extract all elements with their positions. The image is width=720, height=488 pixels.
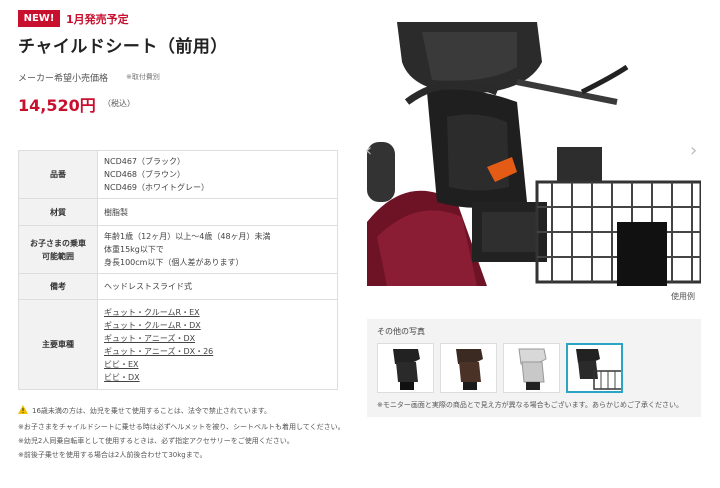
spec-line: NCD469（ホワイトグレー） [104, 183, 209, 192]
spec-label: 備考 [18, 273, 98, 300]
thumbnail-brown[interactable] [440, 343, 497, 393]
spec-value: ヘッドレストスライド式 [97, 273, 338, 300]
model-link[interactable]: ビビ・EX [104, 358, 331, 371]
child-seat-bike-image [367, 22, 701, 286]
release-date-label: 1月発売予定 [66, 13, 129, 26]
spec-line: ヘッドレストスライド式 [104, 282, 192, 291]
thumbnail-white-gray[interactable] [503, 343, 560, 393]
notice-item: ※幼児2人同乗自転車として使用するときは、必ず指定アクセサリーをご使用ください。 [18, 437, 294, 445]
spec-value: 樹脂製 [97, 198, 338, 226]
spec-label: 品番 [18, 150, 98, 199]
spec-line: 樹脂製 [104, 207, 128, 217]
monitor-disclaimer: ※モニター画面と実際の商品とで見え方が異なる場合もございます。あらかじめご了承く… [377, 401, 683, 409]
thumbnail-image [518, 348, 547, 390]
price-note: ※取付費別 [126, 73, 160, 81]
next-photo-arrow[interactable]: › [690, 140, 697, 161]
thumbnail-image [576, 349, 621, 390]
spec-label: お子さまの乗車可能範囲 [18, 225, 98, 274]
spec-label: 材質 [18, 198, 98, 226]
spec-value: 年齢1歳（12ヶ月）以上～4歳（48ヶ月）未満 体重15kg以下で 身長100c… [97, 225, 338, 274]
spec-row-models: 主要車種 ギュット・クルームR・EX ギュット・クルームR・DX ギュット・アニ… [18, 299, 338, 390]
spec-row-age-range: お子さまの乗車可能範囲 年齢1歳（12ヶ月）以上～4歳（48ヶ月）未満 体重15… [18, 225, 338, 274]
spec-label: 主要車種 [18, 299, 98, 390]
notice-section: 16歳未満の方は、幼児を乗せて使用することは、法令で禁止されています。 ※お子さ… [18, 405, 348, 463]
spec-line: 年齢1歳（12ヶ月）以上～4歳（48ヶ月）未満 [104, 232, 271, 241]
spec-line: NCD467（ブラック） [104, 157, 185, 166]
new-badge: NEW! [18, 10, 60, 27]
model-link[interactable]: ギュット・クルームR・EX [104, 306, 331, 319]
price-value: 14,520円 [18, 96, 96, 115]
spec-row-remarks: 備考 ヘッドレストスライド式 [18, 273, 338, 300]
prev-photo-arrow[interactable]: ‹ [365, 140, 372, 161]
spec-value: NCD467（ブラック） NCD468（ブラウン） NCD469（ホワイトグレー… [97, 150, 338, 199]
other-photos-title: その他の写真 [377, 327, 425, 336]
model-link[interactable]: ギュット・アニーズ・DX・26 [104, 345, 331, 358]
spec-line: NCD468（ブラウン） [104, 170, 185, 179]
thumbnail-on-bike[interactable] [566, 343, 623, 393]
price-label: メーカー希望小売価格 [18, 74, 109, 84]
photo-caption: 使用例 [671, 292, 695, 301]
model-link[interactable]: ギュット・クルームR・DX [104, 319, 331, 332]
spec-table: 品番 NCD467（ブラック） NCD468（ブラウン） NCD469（ホワイト… [18, 150, 338, 390]
product-title: チャイルドシート（前用） [18, 37, 228, 57]
model-link[interactable]: ギュット・アニーズ・DX [104, 332, 331, 345]
spec-line: 体重15kg以下で [104, 245, 164, 254]
notice-item: ※前後子乗せを使用する場合は2人前後合わせて30kgまで。 [18, 451, 207, 459]
spec-row-part-number: 品番 NCD467（ブラック） NCD468（ブラウン） NCD469（ホワイト… [18, 150, 338, 199]
warning-text: 16歳未満の方は、幼児を乗せて使用することは、法令で禁止されています。 [32, 407, 271, 415]
spec-row-material: 材質 樹脂製 [18, 198, 338, 226]
spec-label-text: お子さまの乗車可能範囲 [30, 238, 86, 261]
thumbnail-image [393, 349, 420, 390]
notice-item: ※お子さまをチャイルドシートに乗せる時は必ずヘルメットを被り、シートベルトも着用… [18, 423, 345, 431]
spec-line: 身長100cm以下（個人差があります） [104, 258, 244, 267]
other-photos-panel: その他の写真 ※モニター画面と実際の商品とで見え方が異なる場合もございます。あら… [367, 319, 701, 417]
main-product-photo [367, 22, 701, 286]
warning-notice: 16歳未満の方は、幼児を乗せて使用することは、法令で禁止されています。 [18, 405, 348, 417]
tax-label: （税込） [103, 99, 135, 108]
warning-icon [18, 405, 28, 414]
spec-value: ギュット・クルームR・EX ギュット・クルームR・DX ギュット・アニーズ・DX… [97, 299, 338, 390]
thumbnail-image [456, 349, 483, 390]
model-link[interactable]: ビビ・DX [104, 371, 331, 384]
thumbnail-black[interactable] [377, 343, 434, 393]
